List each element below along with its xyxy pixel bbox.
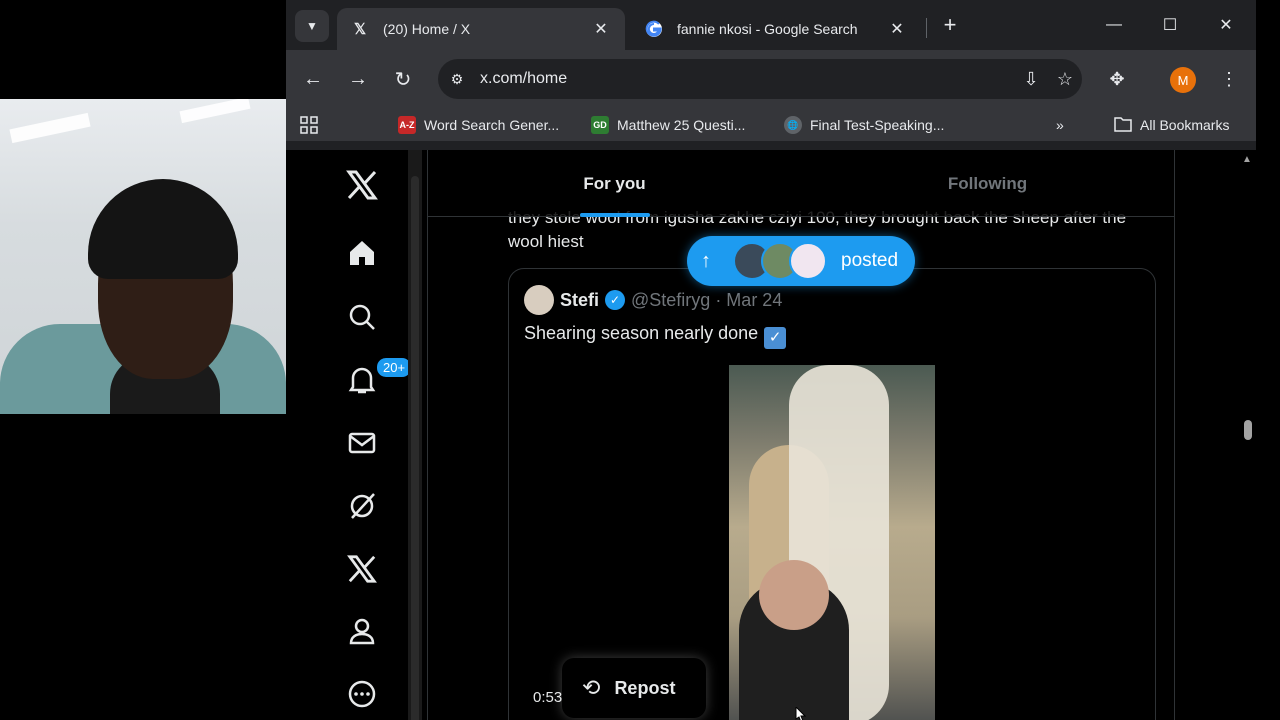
new-posts-label: posted: [841, 250, 899, 271]
verified-badge-icon: ✓: [605, 290, 626, 310]
forward-button[interactable]: →: [343, 64, 373, 94]
bookmark-matthew-25[interactable]: GD Matthew 25 Questi...: [591, 114, 745, 136]
page-viewport: 20+ For you Following they stole wool fr…: [286, 150, 1256, 720]
author-name[interactable]: Stefi: [560, 290, 599, 311]
premium-x-icon[interactable]: [326, 544, 398, 594]
site-info-icon[interactable]: ⚙: [444, 66, 470, 92]
ceiling-light: [9, 112, 91, 144]
profile-avatar[interactable]: M: [1170, 67, 1196, 93]
maximize-button[interactable]: ☐: [1142, 8, 1198, 42]
avatar: [789, 242, 827, 280]
home-icon[interactable]: [326, 228, 398, 278]
new-posts-pill[interactable]: ↑ posted: [687, 236, 915, 286]
video-player[interactable]: [729, 365, 935, 720]
extensions-icon[interactable]: ✥: [1102, 64, 1132, 94]
repost-icon: ⟲: [582, 675, 601, 700]
tab-title: fannie nkosi - Google Search: [677, 21, 858, 37]
post-date[interactable]: · Mar 24: [715, 290, 782, 311]
page-scrollbar[interactable]: ▲: [1240, 150, 1256, 720]
tab-for-you[interactable]: For you: [428, 150, 801, 217]
close-icon[interactable]: ✕: [591, 19, 611, 39]
back-button[interactable]: ←: [298, 64, 328, 94]
check-mark-icon: ✓: [764, 327, 787, 349]
search-icon[interactable]: [326, 292, 398, 342]
tab-separator: [926, 18, 927, 38]
new-tab-button[interactable]: +: [936, 12, 964, 40]
bookmark-label: Word Search Gener...: [424, 117, 560, 133]
bookmark-label: Final Test-Speaking...: [810, 117, 945, 133]
address-bar[interactable]: ⚙ x.com/home ⇩ ☆: [438, 59, 1082, 99]
scroll-up-icon[interactable]: ▲: [1242, 154, 1252, 165]
tab-following[interactable]: Following: [801, 150, 1174, 217]
x-logo-icon: 𝕏: [353, 21, 367, 38]
quoted-post[interactable]: Stefi ✓ @Stefiryg · Mar 24 Shearing seas…: [508, 268, 1156, 720]
notifications-badge: 20+: [376, 357, 413, 378]
active-tab-indicator: [579, 213, 650, 217]
author-handle[interactable]: @Stefiryg: [631, 290, 710, 311]
timeline: For you Following they stole wool from i…: [427, 150, 1175, 720]
ceiling-light: [179, 99, 251, 124]
timeline-tabs: For you Following: [428, 150, 1174, 217]
bookmark-final-test[interactable]: 🌐 Final Test-Speaking...: [784, 114, 944, 136]
az-icon: A-Z: [398, 116, 416, 134]
more-bookmarks-icon[interactable]: »: [1056, 114, 1064, 136]
all-bookmarks-label: All Bookmarks: [1140, 117, 1230, 133]
browser-toolbar: ← → ↻ ⚙ x.com/home ⇩ ☆ ✥ M ⋮: [286, 50, 1256, 108]
scrollbar-thumb[interactable]: [411, 176, 419, 720]
tab-x-home[interactable]: 𝕏 (20) Home / X ✕: [337, 8, 625, 50]
browser-window: ▼ 𝕏 (20) Home / X ✕ fannie nkosi - Googl…: [286, 0, 1256, 720]
x-sidebar-nav: 20+: [326, 150, 416, 720]
quoted-text: Shearing season nearly done: [524, 323, 759, 343]
gd-icon: GD: [591, 116, 609, 134]
globe-icon: 🌐: [784, 116, 802, 134]
bookmarks-bar: A-Z Word Search Gener... GD Matthew 25 Q…: [286, 108, 1256, 142]
sidebar-scrollbar[interactable]: [408, 150, 422, 720]
bookmark-label: Matthew 25 Questi...: [617, 117, 746, 133]
shearer-head: [759, 560, 829, 630]
messages-icon[interactable]: [326, 418, 398, 468]
avatar[interactable]: [524, 285, 554, 315]
minimize-button[interactable]: —: [1086, 8, 1142, 42]
google-icon: [645, 20, 663, 38]
tab-label: For you: [583, 173, 646, 193]
webcam-overlay: [0, 99, 286, 414]
tab-label: Following: [947, 173, 1028, 193]
profile-icon[interactable]: [326, 606, 398, 656]
person-beanie: [88, 179, 238, 279]
install-app-icon[interactable]: ⇩: [1014, 69, 1048, 90]
tab-google-search[interactable]: fannie nkosi - Google Search ✕: [631, 8, 921, 50]
bookmark-word-search[interactable]: A-Z Word Search Gener...: [398, 114, 559, 136]
quoted-author-row: Stefi ✓ @Stefiryg · Mar 24: [524, 285, 782, 315]
folder-icon: [1114, 116, 1132, 135]
scrollbar-thumb[interactable]: [1244, 420, 1252, 440]
apps-icon[interactable]: [300, 114, 318, 136]
close-icon[interactable]: ✕: [887, 19, 907, 39]
repost-menu[interactable]: ⟲ Repost: [562, 658, 706, 718]
tab-strip: ▼ 𝕏 (20) Home / X ✕ fannie nkosi - Googl…: [286, 0, 1256, 50]
chevron-down-icon: ▼: [306, 19, 318, 33]
arrow-up-icon: ↑: [701, 249, 711, 272]
star-icon[interactable]: ☆: [1048, 69, 1082, 90]
tab-title: (20) Home / X: [383, 21, 471, 37]
repost-label[interactable]: Repost: [614, 678, 675, 699]
more-icon[interactable]: [326, 669, 398, 719]
reload-button[interactable]: ↻: [388, 64, 418, 94]
tab-search-button[interactable]: ▼: [295, 10, 329, 42]
mouse-cursor: [795, 707, 806, 720]
all-bookmarks-button[interactable]: All Bookmarks: [1114, 114, 1229, 136]
menu-icon[interactable]: ⋮: [1214, 64, 1244, 94]
grok-icon[interactable]: [326, 481, 398, 531]
quoted-text-row: Shearing season nearly done ✓: [524, 323, 787, 349]
x-logo-icon[interactable]: [326, 160, 398, 210]
url-text[interactable]: x.com/home: [480, 70, 1014, 88]
video-timestamp: 0:53: [533, 689, 563, 706]
close-window-button[interactable]: ✕: [1198, 8, 1254, 42]
